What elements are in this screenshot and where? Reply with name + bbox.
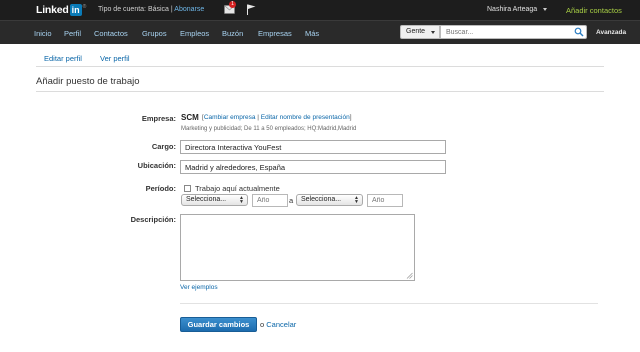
start-month-value: Selecciona... — [186, 196, 227, 203]
resize-handle-icon[interactable] — [406, 272, 413, 279]
linkedin-logo[interactable]: Linked in ® — [36, 3, 86, 17]
company-description: Marketing y publicidad; De 11 a 50 emple… — [181, 126, 357, 132]
cancel-link[interactable]: Cancelar — [266, 320, 296, 329]
user-name: Nashira Arteaga — [487, 6, 538, 13]
company-label: Empresa: — [141, 114, 176, 123]
account-type: Tipo de cuenta: Básica | Abonarse — [98, 6, 204, 13]
upgrade-link[interactable]: Abonarse — [174, 6, 204, 13]
save-button[interactable]: Guardar cambios — [180, 317, 257, 332]
position-label: Cargo: — [151, 142, 176, 151]
nav-grupos[interactable]: Grupos — [142, 29, 167, 38]
search-icon[interactable] — [574, 27, 584, 37]
account-type-label: Tipo de cuenta: Básica | — [98, 6, 173, 13]
position-input[interactable] — [180, 140, 446, 154]
change-company-link[interactable]: Cambiar empresa — [204, 114, 256, 121]
nav-empresas[interactable]: Empresas — [258, 29, 292, 38]
current-job-checkbox[interactable] — [184, 185, 191, 192]
add-contacts-link[interactable]: Añadir contactos — [566, 6, 622, 15]
chevron-down-icon — [431, 31, 435, 34]
page-title: Añadir puesto de trabajo — [36, 76, 140, 87]
edit-display-name-link[interactable]: Editar nombre de presentación — [261, 114, 350, 121]
end-month-select[interactable]: Selecciona... ▲ ▼ — [296, 194, 363, 206]
flag-icon[interactable] — [246, 4, 256, 15]
select-arrows-icon: ▲ ▼ — [354, 195, 359, 205]
description-label: Descripción: — [130, 215, 176, 224]
user-menu[interactable]: Nashira Arteaga — [487, 6, 548, 13]
nav-empleos[interactable]: Empleos — [180, 29, 209, 38]
tab-view-profile[interactable]: Ver perfil — [100, 54, 130, 63]
divider — [180, 303, 598, 304]
company-links: [Cambiar empresa | Editar nombre de pres… — [202, 114, 352, 121]
search-input[interactable] — [440, 25, 587, 39]
end-month-value: Selecciona... — [301, 196, 342, 203]
description-textarea[interactable] — [180, 214, 415, 281]
end-year-input[interactable] — [367, 194, 403, 207]
nav-perfil[interactable]: Perfil — [64, 29, 81, 38]
advanced-search-link[interactable]: Avanzada — [596, 29, 626, 36]
nav-contactos[interactable]: Contactos — [94, 29, 128, 38]
start-month-select[interactable]: Selecciona... ▲ ▼ — [181, 194, 248, 206]
or-text: o — [260, 320, 265, 329]
message-count-badge: 1 — [229, 1, 236, 8]
period-separator: a — [289, 196, 294, 205]
current-job-label: Trabajo aquí actualmente — [195, 184, 280, 193]
cancel-group: o Cancelar — [260, 320, 296, 329]
period-label: Período: — [145, 184, 176, 193]
view-examples-link[interactable]: Ver ejemplos — [180, 284, 218, 291]
company-name: SCM — [181, 113, 199, 122]
divider — [36, 66, 604, 67]
divider — [36, 91, 604, 92]
chevron-down-icon — [543, 7, 548, 11]
select-arrows-icon: ▲ ▼ — [239, 195, 244, 205]
search-scope-dropdown[interactable]: Gente — [400, 25, 440, 39]
search-scope-label: Gente — [406, 28, 426, 35]
nav-mas[interactable]: Más — [305, 29, 319, 38]
nav-buzon[interactable]: Buzón — [222, 29, 243, 38]
location-input[interactable] — [180, 160, 446, 174]
start-year-input[interactable] — [252, 194, 288, 207]
location-label: Ubicación: — [137, 161, 176, 170]
nav-inicio[interactable]: Inicio — [34, 29, 52, 38]
top-bar: Linked in ® Tipo de cuenta: Básica | Abona… — [0, 0, 640, 20]
tab-edit-profile[interactable]: Editar perfil — [44, 54, 82, 63]
